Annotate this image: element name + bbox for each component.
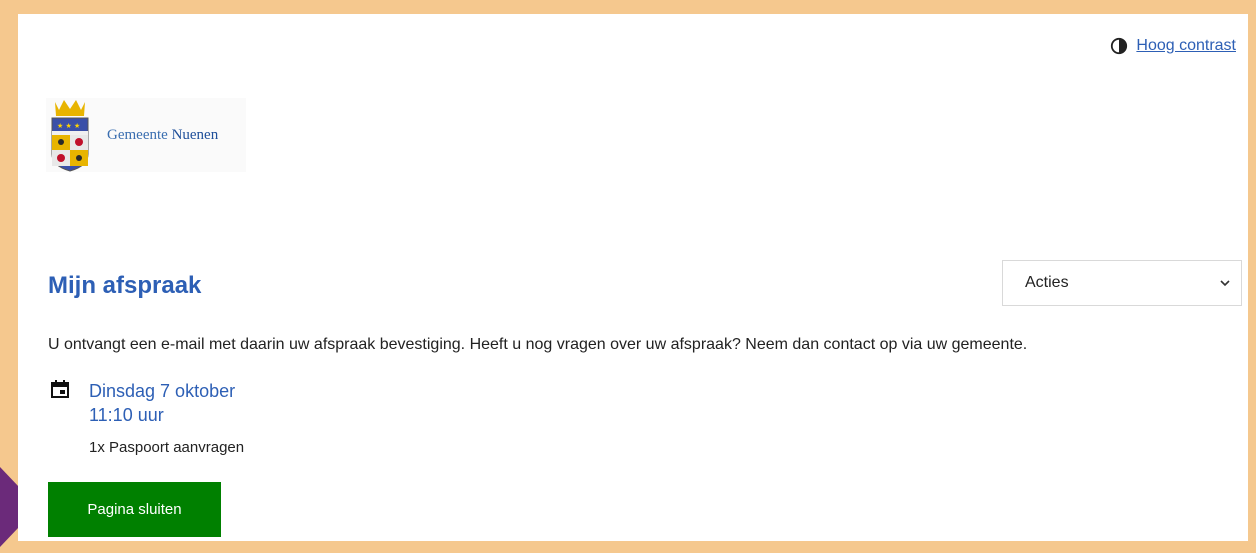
actions-dropdown-value: Acties xyxy=(1025,274,1069,291)
svg-text:★ ★ ★: ★ ★ ★ xyxy=(57,122,80,130)
appointment-time: 11:10 uur xyxy=(89,405,164,425)
page-title: Mijn afspraak xyxy=(48,272,202,299)
logo-text-prefix: Gemeente xyxy=(107,126,168,143)
calendar-icon xyxy=(51,380,69,398)
high-contrast-toggle[interactable]: Hoog contrast xyxy=(1110,37,1236,55)
crest-icon: ★ ★ ★ xyxy=(51,100,89,172)
municipality-logo[interactable]: ★ ★ ★ Gemeente Nuenen xyxy=(46,98,246,172)
appointment-date: Dinsdag 7 oktober xyxy=(89,381,236,401)
intro-text: U ontvangt een e-mail met daarin uw afsp… xyxy=(48,336,1028,353)
chevron-down-icon xyxy=(1220,280,1230,287)
contrast-icon xyxy=(1111,37,1128,55)
high-contrast-label[interactable]: Hoog contrast xyxy=(1136,37,1236,55)
actions-dropdown[interactable]: Acties xyxy=(1002,260,1242,306)
page-frame: Hoog contrast ★ ★ ★ Gemeente Nuenen Mijn… xyxy=(18,14,1248,541)
logo-text-name: Nuenen xyxy=(171,126,219,143)
appointment-product: 1x Paspoort aanvragen xyxy=(89,439,245,456)
close-page-button[interactable]: Pagina sluiten xyxy=(48,482,221,537)
